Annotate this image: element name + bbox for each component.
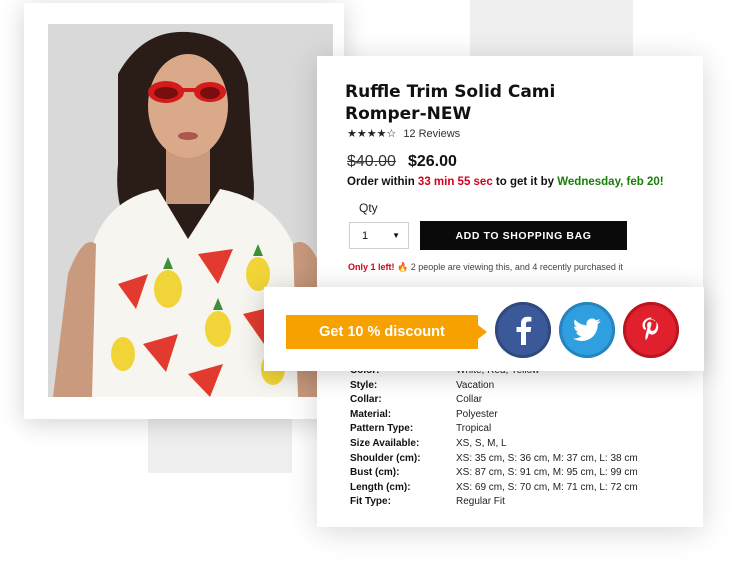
pinterest-share-button[interactable] (623, 302, 679, 358)
spec-row: Collar: Collar (350, 393, 638, 408)
add-to-bag-button[interactable]: ADD TO SHOPPING BAG (420, 221, 627, 250)
facebook-share-button[interactable] (495, 302, 551, 358)
old-price: $40.00 (347, 153, 396, 170)
decor-gray-block-top (470, 0, 633, 58)
get-discount-button[interactable]: Get 10 % discount (286, 315, 487, 349)
star-rating-icons: ★★★★☆ (347, 127, 397, 140)
delivery-date: Wednesday, feb 20! (557, 176, 664, 188)
spec-value: Tropical (456, 423, 492, 435)
countdown-timer: 33 min 55 sec (417, 176, 493, 188)
spec-value: XS: 87 cm, S: 91 cm, M: 95 cm, L: 99 cm (456, 467, 638, 479)
spec-value: XS: 35 cm, S: 36 cm, M: 37 cm, L: 38 cm (456, 452, 638, 464)
facebook-icon (516, 316, 532, 345)
spec-row: Fit Type: Regular Fit (350, 495, 638, 510)
spec-row: Pattern Type: Tropical (350, 422, 638, 437)
spec-value: XS: 69 cm, S: 70 cm, M: 71 cm, L: 72 cm (456, 481, 638, 493)
spec-row: Style: Vacation (350, 379, 638, 394)
product-title: Ruffle Trim Solid Cami Romper-NEW (345, 82, 556, 124)
spec-key: Style: (350, 379, 378, 391)
quantity-value: 1 (362, 229, 369, 242)
spec-key: Bust (cm): (350, 467, 400, 479)
spec-key: Size Available: (350, 437, 420, 449)
price-row: $40.00 $26.00 (347, 153, 457, 171)
quantity-select[interactable]: 1 ▼ (349, 222, 409, 249)
delivery-countdown: Order within 33 min 55 sec to get it by … (347, 176, 664, 188)
caret-down-icon: ▼ (392, 231, 400, 240)
spec-key: Fit Type: (350, 496, 391, 508)
spec-key: Material: (350, 408, 392, 420)
spec-table: Color:White, Red, Yellow Style:Vacation … (350, 364, 638, 510)
fire-icon: 🔥 (397, 262, 409, 272)
spec-key: Collar: (350, 394, 382, 406)
order-middle: to get it by (492, 176, 558, 188)
twitter-icon (573, 318, 601, 341)
spec-value: Vacation (456, 379, 495, 391)
spec-value: Polyester (456, 408, 498, 420)
pinterest-icon (642, 317, 659, 341)
order-prefix: Order within (347, 176, 418, 188)
spec-row: Shoulder (cm): XS: 35 cm, S: 36 cm, M: 37… (350, 452, 638, 467)
spec-row: Length (cm): XS: 69 cm, S: 70 cm, M: 71 c… (350, 481, 638, 496)
stock-notice: Only 1 left! 🔥 2 people are viewing this… (348, 262, 623, 273)
spec-key: Shoulder (cm): (350, 452, 421, 464)
spec-row: Size Available: XS, S, M, L (350, 437, 638, 452)
spec-row: Bust (cm): XS: 87 cm, S: 91 cm, M: 95 cm,… (350, 466, 638, 481)
spec-value: XS, S, M, L (456, 437, 507, 449)
spec-key: Length (cm): (350, 481, 411, 493)
sale-price: $26.00 (407, 153, 457, 170)
rating: ★★★★☆ 12 Reviews (347, 127, 460, 140)
share-discount-bar: Get 10 % discount (264, 287, 704, 371)
spec-value: Regular Fit (456, 496, 505, 508)
viewers-text: 2 people are viewing this, and 4 recentl… (408, 262, 623, 272)
stock-left: Only 1 left! (348, 262, 395, 272)
spec-row: Material: Polyester (350, 408, 638, 423)
spec-key: Pattern Type: (350, 423, 414, 435)
qty-label: Qty (359, 201, 378, 215)
spec-value: Collar (456, 394, 483, 406)
twitter-share-button[interactable] (559, 302, 615, 358)
reviews-link[interactable]: 12 Reviews (403, 128, 460, 140)
